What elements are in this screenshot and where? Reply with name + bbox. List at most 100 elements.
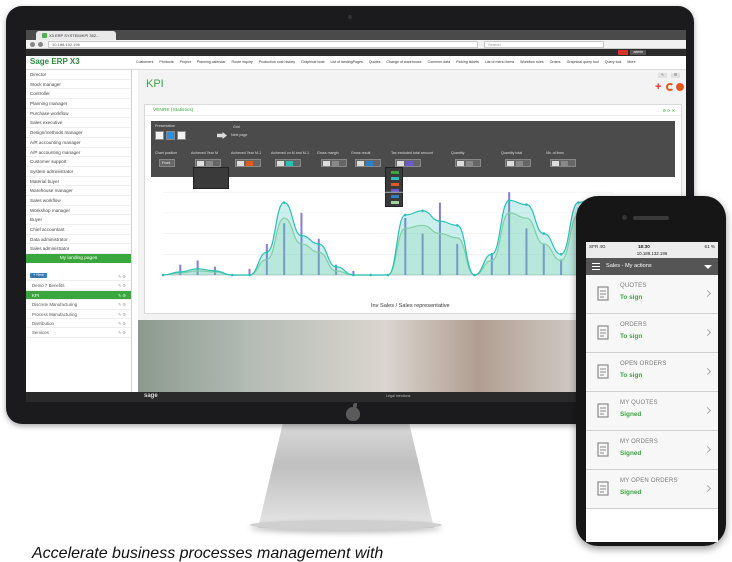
sidebar-role-item[interactable]: Sales administrator — [26, 244, 131, 255]
landing-page-item[interactable]: Process Manufacturing ✎ ⚙ — [26, 310, 131, 320]
presentation-table-button[interactable] — [155, 131, 164, 140]
next-arrow-icon[interactable] — [217, 132, 227, 139]
action-list-item[interactable]: MY OPEN ORDERS Signed — [586, 470, 718, 509]
edit-pin-icon[interactable]: ✎ ⚙ — [118, 319, 126, 328]
hamburger-menu-icon[interactable] — [592, 263, 600, 270]
sidebar-role-item[interactable]: Purchase workflow — [26, 109, 131, 119]
sidebar-role-item[interactable]: Stock manager — [26, 80, 131, 90]
sidebar-role-item[interactable]: Controller — [26, 89, 131, 100]
chart-type-select[interactable] — [505, 159, 531, 167]
page-tool-button[interactable]: ☰ — [670, 73, 680, 78]
browser-search-field[interactable]: Search — [484, 41, 604, 48]
top-menu-item[interactable]: List of menu items — [485, 60, 514, 66]
chart-type-select[interactable] — [195, 159, 221, 167]
color-swatch[interactable] — [516, 161, 523, 166]
widget-tools-icon[interactable]: ⚙ ⟳ ✕ — [662, 108, 675, 113]
sidebar-role-item[interactable]: Warehouse manager — [26, 186, 131, 196]
edit-pin-icon[interactable]: ✎ ⚙ — [118, 328, 126, 337]
notification-badge[interactable] — [618, 50, 628, 55]
top-menu-item[interactable]: Quotes — [369, 60, 381, 66]
edit-pin-icon[interactable]: ✎ ⚙ — [118, 291, 126, 300]
sidebar-role-item[interactable]: Material buyer — [26, 177, 131, 187]
top-menu-item[interactable]: Common data — [428, 60, 451, 66]
top-menu-item[interactable]: Graphical boat — [301, 60, 324, 66]
color-swatch[interactable] — [391, 171, 399, 174]
sidebar-role-item[interactable]: Director — [26, 70, 131, 80]
landing-page-item[interactable]: Distribution ✎ ⚙ — [26, 319, 131, 329]
color-swatch[interactable] — [366, 161, 373, 166]
edit-pin-icon[interactable]: ✎ ⚙ — [118, 310, 126, 319]
top-menu-item[interactable]: Route inquiry — [232, 60, 253, 66]
color-swatch[interactable] — [286, 161, 293, 166]
sidebar-role-item[interactable]: Buyer — [26, 215, 131, 225]
sidebar-role-item[interactable]: Chief accountant — [26, 225, 131, 235]
action-list-item[interactable]: MY QUOTES Signed — [586, 392, 718, 431]
color-swatch[interactable] — [466, 161, 473, 166]
add-icon[interactable]: + — [655, 82, 664, 93]
top-menu-item[interactable]: Graphical query tool — [567, 60, 599, 66]
browser-tab[interactable]: X3 ERP SYSTEM/KPI 352... — [36, 31, 116, 40]
url-field[interactable]: 10.188.132.196 — [48, 41, 478, 48]
top-menu-item[interactable]: More — [627, 60, 635, 66]
action-list-item[interactable]: ORDERS To sign — [586, 314, 718, 353]
sidebar-role-item[interactable]: Sales executive — [26, 118, 131, 129]
page-tool-button[interactable]: ✎ — [658, 73, 667, 78]
legal-mentions-link[interactable]: Legal mentions — [386, 394, 410, 398]
edit-pin-icon[interactable]: ✎ ⚙ — [118, 272, 126, 281]
chart-type-select[interactable] — [455, 159, 481, 167]
sidebar-role-item[interactable]: Data administrator — [26, 235, 131, 245]
sidebar-role-item[interactable]: Planning manager — [26, 99, 131, 109]
top-menu-item[interactable]: Project — [180, 60, 191, 66]
chart-type-select[interactable] — [275, 159, 301, 167]
landing-page-item[interactable]: Discrete Manufacturing ✎ ⚙ — [26, 300, 131, 310]
top-menu-item[interactable]: List of landingPages — [330, 60, 362, 66]
sidebar-role-item[interactable]: Sales workflow — [26, 196, 131, 206]
landing-page-item[interactable]: Intro ✎ ⚙ — [26, 272, 131, 282]
back-icon[interactable] — [30, 42, 35, 47]
sidebar-role-item[interactable]: System administrator — [26, 167, 131, 177]
series-point — [230, 273, 234, 277]
color-swatch[interactable] — [406, 161, 413, 166]
forward-icon[interactable] — [38, 42, 43, 47]
action-status: Signed — [620, 411, 642, 418]
landing-page-item[interactable]: Demo 7 Benefits ✎ ⚙ — [26, 281, 131, 291]
color-swatch[interactable] — [246, 161, 253, 166]
action-list-item[interactable]: QUOTES To sign — [586, 275, 718, 314]
color-swatch[interactable] — [332, 161, 339, 166]
chart-type-select[interactable] — [550, 159, 576, 167]
user-menu[interactable]: admin — [630, 50, 646, 55]
chart-type-select[interactable] — [355, 159, 381, 167]
action-list-item[interactable]: MY ORDERS Signed — [586, 431, 718, 470]
sidebar-role-item[interactable]: A/R accounting manager — [26, 138, 131, 148]
chevron-down-icon[interactable] — [704, 265, 712, 269]
top-menu-item[interactable]: Products — [159, 60, 173, 66]
sidebar: Director Stock manager Controller Planning … — [26, 70, 132, 392]
top-menu-item[interactable]: Change of warehouse — [386, 60, 421, 66]
top-menu-item[interactable]: Query tool — [605, 60, 622, 66]
sidebar-role-item[interactable]: Design/methods manager — [26, 128, 131, 138]
sidebar-role-item[interactable]: Customer support — [26, 157, 131, 167]
chart-type-select[interactable] — [235, 159, 261, 167]
top-menu-item[interactable]: Workflow rules — [520, 60, 544, 66]
color-swatch[interactable] — [561, 161, 568, 166]
chart-type-select[interactable] — [395, 159, 421, 167]
gear-icon[interactable] — [676, 83, 684, 91]
sidebar-role-item[interactable]: Workshop manager — [26, 206, 131, 216]
refresh-icon[interactable] — [666, 83, 674, 91]
edit-pin-icon[interactable]: ✎ ⚙ — [118, 281, 126, 290]
presentation-both-button[interactable] — [177, 131, 186, 140]
landing-page-item[interactable]: Services ✎ ⚙ — [26, 328, 131, 338]
action-list-item[interactable]: OPEN ORDERS To sign — [586, 353, 718, 392]
presentation-chart-button[interactable] — [166, 131, 175, 140]
top-menu-item[interactable]: Orders — [550, 60, 561, 66]
top-menu-item[interactable]: Production cost history — [259, 60, 295, 66]
chart-type-select[interactable]: Front — [159, 159, 175, 167]
landing-page-item[interactable]: KPI ✎ ⚙ — [26, 290, 131, 301]
edit-pin-icon[interactable]: ✎ ⚙ — [118, 300, 126, 309]
sidebar-role-item[interactable]: A/P accounting manager — [26, 148, 131, 158]
top-menu-item[interactable]: Picking tickets — [456, 60, 479, 66]
top-menu-item[interactable]: Customers — [136, 60, 153, 66]
top-menu-item[interactable]: Planning calendar — [197, 60, 226, 66]
chart-type-select[interactable] — [321, 159, 347, 167]
color-swatch[interactable] — [206, 161, 213, 166]
